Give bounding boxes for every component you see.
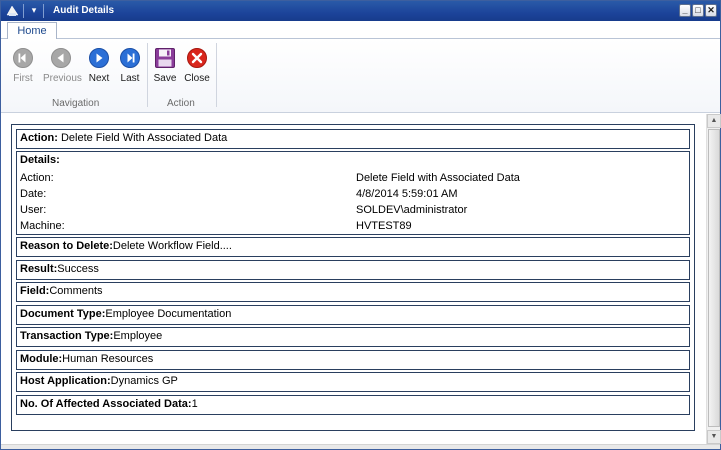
field-value: Comments (49, 285, 103, 297)
audit-details-window: ▾ Audit Details _ □ ✕ Home First Previou… (0, 0, 721, 450)
action-value: Delete Field With Associated Data (57, 132, 228, 144)
details-heading: Details: (20, 154, 60, 166)
scroll-down-icon[interactable]: ▼ (707, 430, 721, 444)
first-label: First (13, 73, 33, 84)
audit-details-frame: Action: Delete Field With Associated Dat… (11, 124, 695, 431)
module-row: Module:Human Resources (16, 350, 690, 370)
previous-button[interactable]: Previous (43, 45, 82, 89)
transaction-type-value: Employee (113, 330, 163, 342)
audit-content: Action: Delete Field With Associated Dat… (1, 114, 706, 444)
close-window-button[interactable]: ✕ (705, 4, 717, 17)
details-machine-value: HVTEST89 (356, 220, 412, 232)
save-icon (155, 48, 175, 68)
affected-data-label: No. Of Affected Associated Data: (20, 398, 192, 410)
qat-separator (43, 4, 44, 18)
details-action-value: Delete Field with Associated Data (356, 172, 520, 184)
previous-label: Previous (43, 73, 82, 84)
navigation-group-label: Navigation (52, 98, 100, 109)
details-user-label: User: (20, 204, 47, 216)
action-label: Action: (20, 132, 58, 144)
title-bar: ▾ Audit Details _ □ ✕ (1, 1, 720, 21)
details-date-value: 4/8/2014 5:59:01 AM (356, 188, 458, 200)
details-date-label: Date: (20, 188, 47, 200)
affected-data-row: No. Of Affected Associated Data:1 (16, 395, 690, 415)
document-type-value: Employee Documentation (105, 308, 232, 320)
bottom-border (1, 444, 720, 449)
document-type-label: Document Type: (20, 308, 106, 320)
action-row: Action: Delete Field With Associated Dat… (16, 129, 690, 149)
close-label: Close (184, 73, 210, 84)
last-icon (120, 48, 140, 68)
reason-row: Reason to Delete:Delete Workflow Field..… (16, 237, 690, 257)
ribbon: First Previous Next Last Navigation Save… (1, 39, 720, 113)
first-button[interactable]: First (5, 45, 41, 89)
field-row: Field:Comments (16, 282, 690, 302)
host-application-label: Host Application: (20, 375, 111, 387)
result-row: Result:Success (16, 260, 690, 280)
details-machine-label: Machine: (20, 220, 65, 232)
app-icon (6, 5, 19, 16)
result-label: Result: (20, 263, 58, 275)
close-button[interactable]: Close (179, 45, 215, 89)
reason-label: Reason to Delete: (20, 240, 113, 252)
transaction-type-row: Transaction Type:Employee (16, 327, 690, 347)
save-label: Save (153, 73, 177, 84)
save-button[interactable]: Save (147, 45, 183, 89)
module-label: Module: (20, 353, 63, 365)
transaction-type-label: Transaction Type: (20, 330, 114, 342)
document-type-row: Document Type:Employee Documentation (16, 305, 690, 325)
field-label: Field: (20, 285, 50, 297)
previous-icon (51, 48, 71, 68)
affected-data-value: 1 (191, 398, 198, 410)
maximize-button[interactable]: □ (692, 4, 704, 17)
host-application-value: Dynamics GP (110, 375, 178, 387)
host-application-row: Host Application:Dynamics GP (16, 372, 690, 392)
reason-value: Delete Workflow Field.... (112, 240, 232, 252)
scroll-up-icon[interactable]: ▲ (707, 114, 721, 128)
qat-separator (23, 4, 24, 18)
details-section: Details: Action: Delete Field with Assoc… (16, 151, 690, 235)
next-icon (89, 48, 109, 68)
last-label: Last (120, 73, 140, 84)
window-title: Audit Details (53, 5, 115, 16)
details-user-value: SOLDEV\administrator (356, 204, 468, 216)
ribbon-tab-strip: Home (1, 21, 720, 40)
group-separator (216, 43, 217, 107)
last-button[interactable]: Last (112, 45, 148, 89)
minimize-button[interactable]: _ (679, 4, 691, 17)
tab-home[interactable]: Home (7, 22, 57, 40)
close-icon (187, 48, 207, 68)
details-action-label: Action: (20, 172, 54, 184)
vertical-scrollbar[interactable]: ▲ ▼ (706, 114, 721, 444)
result-value: Success (57, 263, 99, 275)
first-icon (13, 48, 33, 68)
scrollbar-thumb[interactable] (708, 129, 720, 427)
module-value: Human Resources (62, 353, 154, 365)
action-group-label: Action (167, 98, 195, 109)
quick-access-dropdown-icon[interactable]: ▾ (28, 3, 40, 17)
